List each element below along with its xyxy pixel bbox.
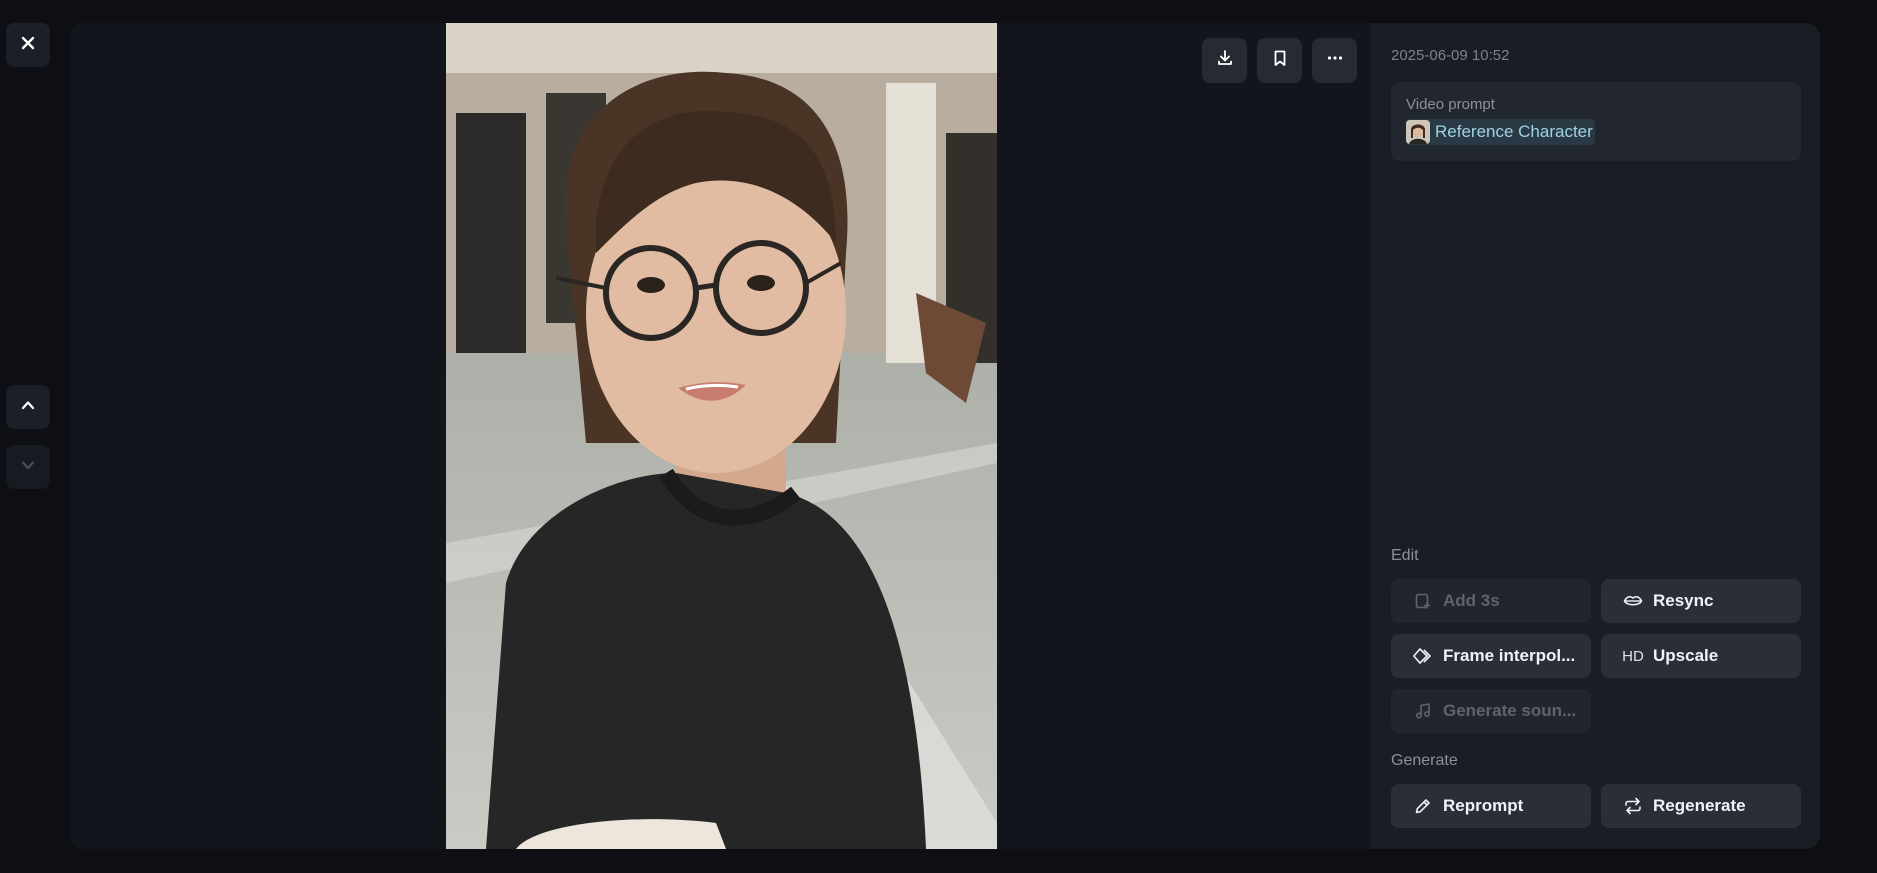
reprompt-button[interactable]: Reprompt: [1391, 784, 1591, 828]
more-button[interactable]: [1312, 38, 1357, 83]
pencil-icon: [1413, 796, 1433, 816]
video-viewer: [70, 23, 1371, 849]
generate-sound-button[interactable]: Generate soun...: [1391, 689, 1591, 733]
close-icon: [20, 35, 36, 56]
regenerate-button[interactable]: Regenerate: [1601, 784, 1801, 828]
video-frame[interactable]: [446, 23, 997, 849]
hd-icon: HD: [1622, 647, 1644, 665]
media-viewer-panel: 2025-06-09 10:52 Video prompt Reference …: [70, 23, 1820, 849]
next-button[interactable]: [6, 445, 50, 489]
upscale-button[interactable]: HD Upscale: [1601, 634, 1801, 678]
timestamp: 2025-06-09 10:52: [1391, 47, 1510, 64]
chevron-down-icon: [20, 457, 36, 478]
repeat-icon: [1623, 796, 1643, 816]
bookmark-button[interactable]: [1257, 38, 1302, 83]
resync-label: Resync: [1653, 591, 1714, 610]
close-button[interactable]: [6, 23, 50, 67]
music-note-icon: [1413, 701, 1433, 721]
add-3s-label: Add 3s: [1443, 591, 1500, 610]
add-clip-icon: [1413, 591, 1433, 611]
reference-character-label: Reference Character: [1435, 122, 1593, 141]
chevron-up-icon: [20, 397, 36, 418]
interpolation-icon: [1413, 646, 1433, 666]
lips-icon: [1623, 591, 1643, 611]
more-icon: [1326, 49, 1344, 72]
details-sidebar: 2025-06-09 10:52 Video prompt Reference …: [1371, 23, 1820, 849]
download-button[interactable]: [1202, 38, 1247, 83]
reprompt-label: Reprompt: [1443, 796, 1524, 815]
reference-thumbnail: [1406, 120, 1430, 144]
upscale-label: Upscale: [1653, 646, 1719, 665]
frame-interpolation-label: Frame interpol...: [1443, 646, 1576, 665]
viewer-toolbar: [1202, 38, 1357, 83]
reference-character-chip[interactable]: Reference Character: [1406, 119, 1595, 145]
previous-button[interactable]: [6, 385, 50, 429]
edit-section-label: Edit: [1391, 547, 1419, 564]
regenerate-label: Regenerate: [1653, 796, 1746, 815]
prompt-card: Video prompt Reference Character: [1391, 82, 1801, 161]
generate-sound-label: Generate soun...: [1443, 701, 1577, 720]
bookmark-icon: [1271, 49, 1289, 72]
prompt-label: Video prompt: [1406, 96, 1495, 113]
frame-interpolation-button[interactable]: Frame interpol...: [1391, 634, 1591, 678]
download-icon: [1216, 49, 1234, 72]
generate-section-label: Generate: [1391, 752, 1458, 769]
resync-button[interactable]: Resync: [1601, 579, 1801, 623]
add-3s-button[interactable]: Add 3s: [1391, 579, 1591, 623]
